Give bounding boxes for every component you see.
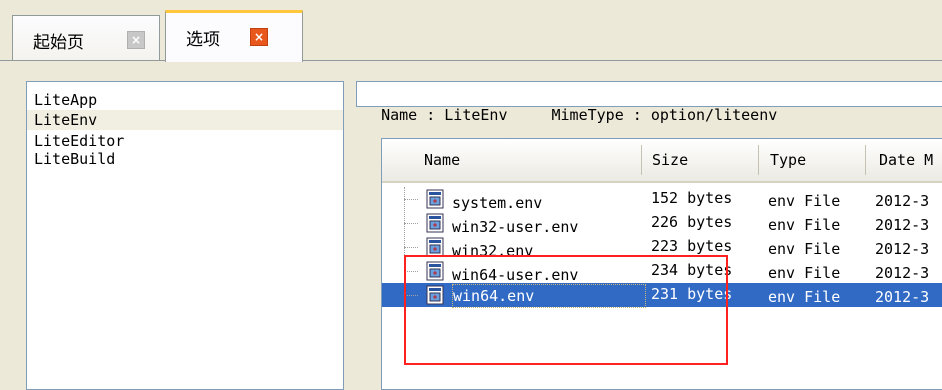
table-row[interactable]: win32-user.env 226 bytes env File 2012-3 — [382, 211, 942, 236]
tab-label: 起始页 — [33, 33, 84, 53]
tree-branch — [404, 223, 418, 224]
env-file-icon — [426, 213, 444, 233]
tab-label: 选项 — [186, 30, 220, 50]
file-size: 152 bytes — [651, 189, 733, 207]
column-header-name[interactable]: Name — [424, 139, 460, 181]
column-separator[interactable] — [758, 145, 759, 175]
name-label: Name : LiteEnv — [381, 106, 508, 124]
table-row[interactable]: win32.env 223 bytes env File 2012-3 — [382, 235, 942, 260]
file-date: 2012-3 — [875, 264, 930, 282]
file-name: win64.env — [452, 284, 646, 308]
env-file-icon — [426, 237, 444, 257]
table-row[interactable]: win64-user.env 234 bytes env File 2012-3 — [382, 259, 942, 284]
file-type: env File — [768, 264, 841, 282]
options-list[interactable]: LiteApp LiteEnv LiteEditor LiteBuild — [26, 81, 344, 390]
mime-type-label: MimeType : option/liteenv — [551, 106, 778, 124]
tree-branch — [404, 295, 418, 296]
column-header-size[interactable]: Size — [652, 139, 688, 181]
list-item[interactable]: LiteEditor — [34, 131, 342, 151]
env-file-icon — [426, 285, 444, 305]
file-date: 2012-3 — [875, 192, 930, 210]
file-date: 2012-3 — [875, 240, 930, 258]
table-header: Name Size Type Date M — [382, 139, 942, 183]
file-type: env File — [768, 216, 841, 234]
file-size: 226 bytes — [651, 213, 733, 231]
file-type: env File — [768, 240, 841, 258]
tab-start-page[interactable]: 起始页 × — [12, 15, 160, 61]
file-type: env File — [768, 192, 841, 210]
close-icon[interactable]: × — [127, 31, 145, 49]
close-icon[interactable]: × — [250, 28, 268, 46]
tab-bar: 起始页 × 选项 × — [0, 0, 942, 62]
table-row[interactable]: system.env 152 bytes env File 2012-3 — [382, 187, 942, 212]
column-separator[interactable] — [641, 145, 642, 175]
list-item-selected[interactable]: LiteEnv — [27, 110, 343, 130]
tab-divider — [0, 60, 942, 61]
table-row-selected[interactable]: win64.env 231 bytes env File 2012-3 — [382, 283, 942, 308]
column-separator[interactable] — [865, 145, 866, 175]
file-type: env File — [768, 288, 841, 306]
tab-options[interactable]: 选项 × — [165, 10, 303, 62]
file-size: 231 bytes — [651, 285, 733, 303]
env-file-tree[interactable]: Name Size Type Date M system.env 152 byt… — [381, 138, 942, 390]
option-info-bar: Name : LiteEnv MimeType : option/liteenv — [356, 81, 942, 124]
env-file-icon — [426, 261, 444, 281]
tree-branch — [404, 199, 418, 200]
env-file-icon — [426, 189, 444, 209]
column-header-date[interactable]: Date M — [879, 139, 933, 181]
list-item[interactable]: LiteApp — [34, 90, 342, 110]
file-date: 2012-3 — [875, 288, 930, 306]
list-item[interactable]: LiteBuild — [34, 149, 342, 169]
tree-branch — [404, 271, 418, 272]
column-header-type[interactable]: Type — [770, 139, 806, 181]
file-size: 223 bytes — [651, 237, 733, 255]
tree-branch — [404, 247, 418, 248]
file-date: 2012-3 — [875, 216, 930, 234]
file-size: 234 bytes — [651, 261, 733, 279]
